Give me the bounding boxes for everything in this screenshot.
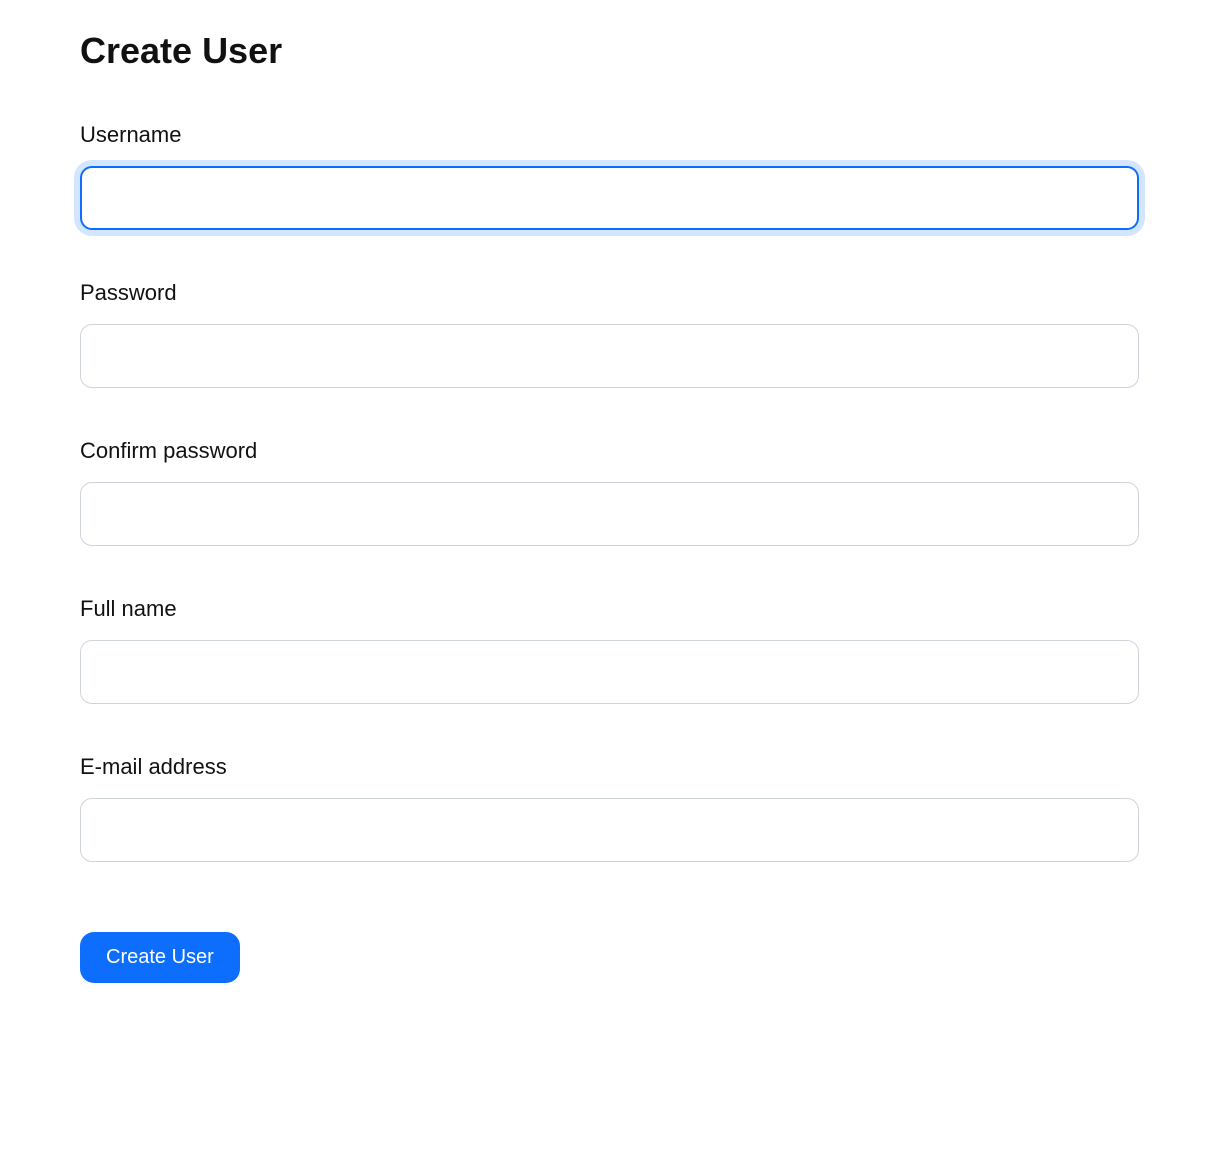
confirm-password-input[interactable] <box>80 482 1139 546</box>
email-group: E-mail address <box>80 754 1139 862</box>
create-user-form: Username Password Confirm password Full … <box>80 122 1139 983</box>
page-title: Create User <box>80 30 1139 72</box>
full-name-group: Full name <box>80 596 1139 704</box>
full-name-input[interactable] <box>80 640 1139 704</box>
create-user-button[interactable]: Create User <box>80 932 240 983</box>
username-label: Username <box>80 122 1139 148</box>
email-input[interactable] <box>80 798 1139 862</box>
full-name-label: Full name <box>80 596 1139 622</box>
password-group: Password <box>80 280 1139 388</box>
email-label: E-mail address <box>80 754 1139 780</box>
confirm-password-group: Confirm password <box>80 438 1139 546</box>
username-input[interactable] <box>80 166 1139 230</box>
username-group: Username <box>80 122 1139 230</box>
password-label: Password <box>80 280 1139 306</box>
password-input[interactable] <box>80 324 1139 388</box>
confirm-password-label: Confirm password <box>80 438 1139 464</box>
